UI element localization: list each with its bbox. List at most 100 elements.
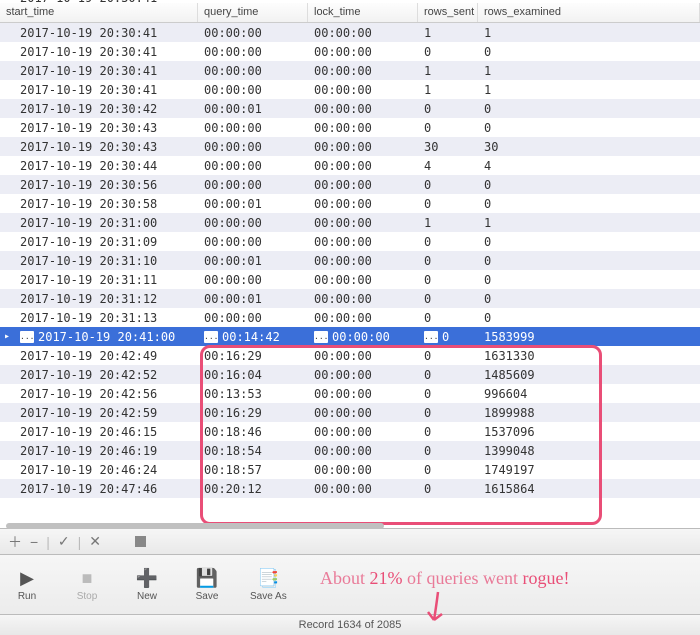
cell-rows-sent: 0 bbox=[418, 404, 478, 422]
add-row-button[interactable]: ＋ bbox=[8, 532, 22, 552]
table-row[interactable]: 2017-10-19 20:46:2400:18:5700:00:0001749… bbox=[0, 460, 700, 479]
cell-rows-sent: 0 bbox=[418, 100, 478, 118]
cell-rows-examined: 4 bbox=[478, 157, 700, 175]
cell-query-time: 00:00:00 bbox=[198, 62, 308, 80]
cell-start-time: 2017-10-19 20:47:46 bbox=[14, 480, 198, 498]
cell-rows-sent: 0 bbox=[418, 309, 478, 327]
cell-query-time: 00:00:00 bbox=[198, 43, 308, 61]
cell-rows-sent: 0 bbox=[418, 252, 478, 270]
save-button[interactable]: 💾 Save bbox=[190, 567, 224, 602]
cell-rows-sent: 0 bbox=[418, 442, 478, 460]
cell-query-time: 00:00:00 bbox=[198, 138, 308, 156]
cell-query-time: 00:18:54 bbox=[198, 442, 308, 460]
table-row[interactable]: ▸...2017-10-19 20:41:00...00:14:42...00:… bbox=[0, 327, 700, 346]
cell-start-time: 2017-10-19 20:30:58 bbox=[14, 195, 198, 213]
table-row[interactable]: 2017-10-19 20:31:0000:00:0000:00:0011 bbox=[0, 213, 700, 232]
cell-lock-time: 00:00:00 bbox=[308, 138, 418, 156]
cell-rows-examined: 0 bbox=[478, 271, 700, 289]
table-row[interactable]: 2017-10-19 20:31:1100:00:0000:00:0000 bbox=[0, 270, 700, 289]
col-header-start-time[interactable]: start_time bbox=[0, 3, 198, 22]
cell-lock-time: 00:00:00 bbox=[308, 176, 418, 194]
table-row[interactable]: 2017-10-19 20:42:5900:16:2900:00:0001899… bbox=[0, 403, 700, 422]
col-header-lock-time[interactable]: lock_time bbox=[308, 3, 418, 22]
cell-lock-time: 00:00:00 bbox=[308, 442, 418, 460]
cell-rows-sent: 0 bbox=[418, 347, 478, 365]
table-row[interactable]: 2017-10-19 20:30:4400:00:0000:00:0044 bbox=[0, 156, 700, 175]
col-header-rows-sent[interactable]: rows_sent bbox=[418, 3, 478, 22]
cell-lock-time: 00:00:00 bbox=[308, 404, 418, 422]
cell-query-time: 00:00:00 bbox=[198, 119, 308, 137]
cell-start-time: 2017-10-19 20:30:41 bbox=[14, 81, 198, 99]
table-row[interactable]: 2017-10-19 20:42:5600:13:5300:00:0009966… bbox=[0, 384, 700, 403]
cell-lock-time: 00:00:00 bbox=[308, 233, 418, 251]
scrollbar-thumb[interactable] bbox=[6, 523, 384, 529]
save-as-button[interactable]: 📑 Save As bbox=[250, 567, 287, 602]
cell-query-time: 00:00:00 bbox=[198, 81, 308, 99]
cell-ellipsis-icon[interactable]: ... bbox=[204, 331, 218, 343]
cell-lock-time: 00:00:00 bbox=[308, 157, 418, 175]
table-row[interactable]: 2017-10-19 20:42:4900:16:2900:00:0001631… bbox=[0, 346, 700, 365]
cell-start-time: 2017-10-19 20:31:12 bbox=[14, 290, 198, 308]
status-bar: Record 1634 of 2085 bbox=[0, 614, 700, 635]
cell-query-time: 00:00:00 bbox=[198, 24, 308, 42]
cell-query-time: 00:00:01 bbox=[198, 195, 308, 213]
cell-rows-examined: 0 bbox=[478, 233, 700, 251]
cell-query-time: 00:00:00 bbox=[198, 309, 308, 327]
col-header-query-time[interactable]: query_time bbox=[198, 3, 308, 22]
cell-rows-sent: 0 bbox=[418, 195, 478, 213]
col-header-rows-examined[interactable]: rows_examined bbox=[478, 3, 700, 22]
cell-rows-sent: 0 bbox=[418, 366, 478, 384]
cell-query-time: 00:16:29 bbox=[198, 347, 308, 365]
table-row[interactable]: 2017-10-19 20:46:1500:18:4600:00:0001537… bbox=[0, 422, 700, 441]
cell-start-time: 2017-10-19 20:30:56 bbox=[14, 176, 198, 194]
cell-ellipsis-icon[interactable]: ... bbox=[314, 331, 328, 343]
table-row[interactable]: 2017-10-19 20:30:4100:00:0000:00:0011 bbox=[0, 80, 700, 99]
results-table[interactable]: 2017-10-19 20:30:41 start_time query_tim… bbox=[0, 0, 700, 528]
cell-rows-examined: 1631330 bbox=[478, 347, 700, 365]
cell-query-time: ...00:14:42 bbox=[198, 328, 308, 346]
cell-start-time: 2017-10-19 20:46:24 bbox=[14, 461, 198, 479]
cell-rows-sent: 0 bbox=[418, 461, 478, 479]
cell-lock-time: 00:00:00 bbox=[308, 271, 418, 289]
cell-start-time: 2017-10-19 20:30:41 bbox=[14, 24, 198, 42]
table-row[interactable]: 2017-10-19 20:31:1000:00:0100:00:0000 bbox=[0, 251, 700, 270]
table-row[interactable]: 2017-10-19 20:30:4100:00:0000:00:0011 bbox=[0, 61, 700, 80]
cell-rows-sent: 0 bbox=[418, 43, 478, 61]
cell-rows-examined: 1615864 bbox=[478, 480, 700, 498]
cell-start-time: 2017-10-19 20:30:41 bbox=[14, 43, 198, 61]
table-row[interactable]: 2017-10-19 20:47:4600:20:1200:00:0001615… bbox=[0, 479, 700, 498]
cell-rows-examined: 996604 bbox=[478, 385, 700, 403]
table-row[interactable]: 2017-10-19 20:31:1200:00:0100:00:0000 bbox=[0, 289, 700, 308]
remove-row-button[interactable]: − bbox=[30, 534, 38, 550]
cell-rows-sent: 0 bbox=[418, 290, 478, 308]
table-row[interactable]: 2017-10-19 20:46:1900:18:5400:00:0001399… bbox=[0, 441, 700, 460]
cell-start-time: 2017-10-19 20:30:42 bbox=[14, 100, 198, 118]
cell-lock-time: 00:00:00 bbox=[308, 309, 418, 327]
cell-rows-examined: 0 bbox=[478, 195, 700, 213]
table-row[interactable]: 2017-10-19 20:30:4100:00:0000:00:0011 bbox=[0, 23, 700, 42]
cell-rows-examined: 1399048 bbox=[478, 442, 700, 460]
cell-query-time: 00:00:00 bbox=[198, 157, 308, 175]
table-row[interactable]: 2017-10-19 20:31:0900:00:0000:00:0000 bbox=[0, 232, 700, 251]
cell-start-time: 2017-10-19 20:31:13 bbox=[14, 309, 198, 327]
table-row[interactable]: 2017-10-19 20:30:4200:00:0100:00:0000 bbox=[0, 99, 700, 118]
cell-lock-time: 00:00:00 bbox=[308, 214, 418, 232]
cell-ellipsis-icon[interactable]: ... bbox=[424, 331, 438, 343]
table-row[interactable]: 2017-10-19 20:30:4300:00:0000:00:003030 bbox=[0, 137, 700, 156]
table-row[interactable]: 2017-10-19 20:30:5600:00:0000:00:0000 bbox=[0, 175, 700, 194]
run-label: Run bbox=[18, 591, 36, 602]
new-button[interactable]: ➕ New bbox=[130, 567, 164, 602]
table-row[interactable]: 2017-10-19 20:31:1300:00:0000:00:0000 bbox=[0, 308, 700, 327]
table-row[interactable]: 2017-10-19 20:30:4100:00:0000:00:0000 bbox=[0, 42, 700, 61]
commit-button[interactable]: ✓ bbox=[58, 533, 70, 550]
horizontal-scrollbar[interactable] bbox=[6, 523, 694, 529]
cell-ellipsis-icon[interactable]: ... bbox=[20, 331, 34, 343]
table-row[interactable]: 2017-10-19 20:30:4300:00:0000:00:0000 bbox=[0, 118, 700, 137]
cell-rows-sent: ...0 bbox=[418, 328, 478, 346]
cell-lock-time: 00:00:00 bbox=[308, 43, 418, 61]
cancel-button[interactable]: ✕ bbox=[89, 533, 101, 550]
table-row[interactable]: 2017-10-19 20:42:5200:16:0400:00:0001485… bbox=[0, 365, 700, 384]
table-row[interactable]: 2017-10-19 20:30:5800:00:0100:00:0000 bbox=[0, 194, 700, 213]
run-button[interactable]: ▶ Run bbox=[10, 567, 44, 602]
stop-small-button[interactable] bbox=[135, 536, 146, 547]
